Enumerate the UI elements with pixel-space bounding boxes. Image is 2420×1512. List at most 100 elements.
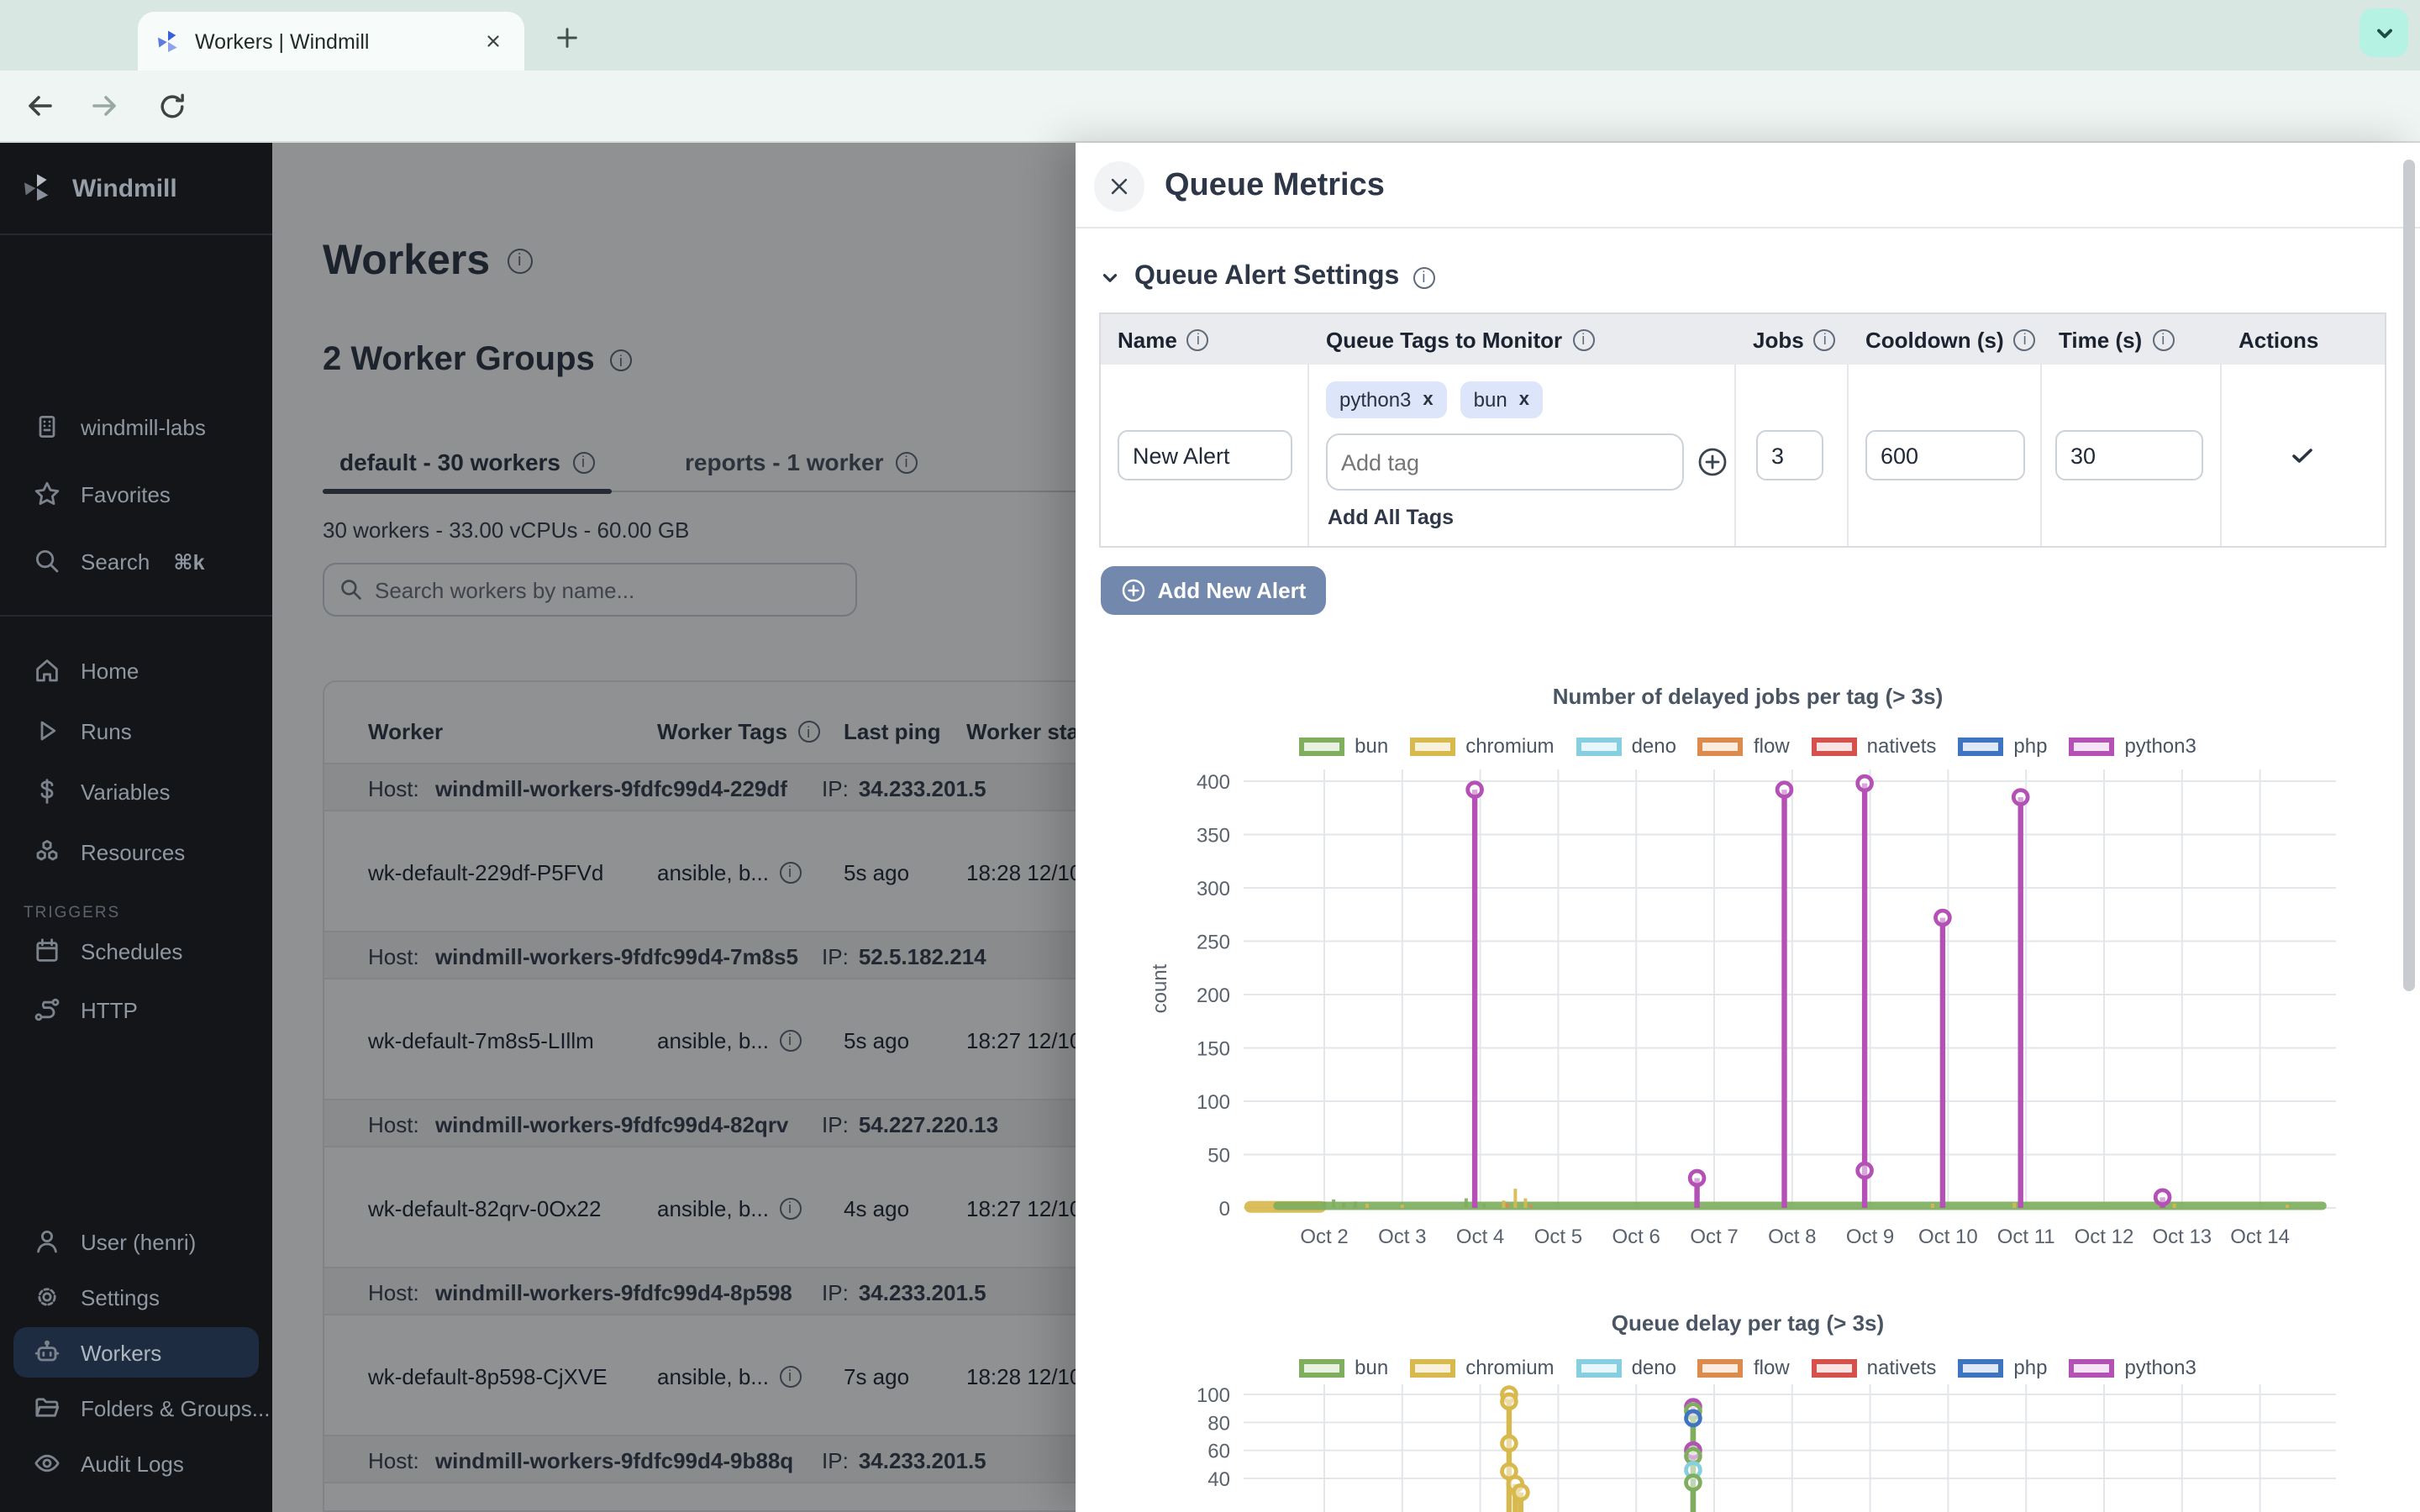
remove-tag-icon[interactable]: x bbox=[1423, 390, 1433, 410]
svg-text:100: 100 bbox=[1197, 1384, 1230, 1407]
legend-item-php[interactable]: php bbox=[1958, 1356, 2047, 1379]
alert-name-input[interactable] bbox=[1118, 430, 1292, 480]
info-icon[interactable] bbox=[1187, 328, 1209, 350]
queue-alert-settings-section[interactable]: Queue Alert Settings bbox=[1099, 262, 1434, 292]
legend-item-chromium[interactable]: chromium bbox=[1410, 734, 1554, 758]
sidebar-item-label: Search bbox=[81, 549, 150, 574]
svg-text:Oct 8: Oct 8 bbox=[1768, 1226, 1816, 1248]
svg-text:count: count bbox=[1149, 963, 1171, 1013]
legend-item-nativets[interactable]: nativets bbox=[1812, 1356, 1937, 1379]
alert-table-header: NameQueue Tags to MonitorJobsCooldown (s… bbox=[1101, 314, 2385, 365]
sidebar-item-folders[interactable]: Folders & Groups... bbox=[13, 1383, 259, 1433]
browser-tab[interactable]: Workers | Windmill bbox=[138, 12, 524, 71]
add-new-alert-button[interactable]: Add New Alert bbox=[1101, 566, 1326, 615]
svg-text:100: 100 bbox=[1197, 1091, 1230, 1114]
legend-item-php[interactable]: php bbox=[1958, 734, 2047, 758]
svg-text:Oct 12: Oct 12 bbox=[2075, 1226, 2134, 1248]
legend-swatch bbox=[1410, 737, 1455, 755]
alert-jobs-cell bbox=[1736, 365, 1849, 546]
sidebar: Windmill windmill-labsFavoritesSearch⌘k … bbox=[0, 143, 272, 1512]
legend-swatch bbox=[1812, 737, 1857, 755]
sidebar-item-home[interactable]: Home bbox=[13, 645, 259, 696]
sidebar-item-workers[interactable]: Workers bbox=[13, 1327, 259, 1378]
sidebar-item-windmill-labs[interactable]: windmill-labs bbox=[13, 402, 259, 452]
legend-item-bun[interactable]: bun bbox=[1299, 734, 1388, 758]
info-icon[interactable] bbox=[1572, 328, 1594, 350]
windmill-favicon bbox=[155, 28, 182, 55]
jobs-input[interactable] bbox=[1756, 430, 1823, 480]
legend-item-python3[interactable]: python3 bbox=[2069, 1356, 2196, 1379]
legend-item-chromium[interactable]: chromium bbox=[1410, 1356, 1554, 1379]
svg-text:400: 400 bbox=[1197, 771, 1230, 794]
alert-name-cell bbox=[1101, 365, 1309, 546]
sidebar-item-label: User (henri) bbox=[81, 1229, 196, 1254]
legend-item-flow[interactable]: flow bbox=[1698, 1356, 1790, 1379]
svg-text:Oct 11: Oct 11 bbox=[1997, 1226, 2055, 1248]
tab-title: Workers | Windmill bbox=[195, 29, 477, 53]
new-tab-button[interactable] bbox=[548, 18, 585, 55]
legend-swatch bbox=[1698, 1358, 1744, 1377]
legend-swatch bbox=[1410, 1358, 1455, 1377]
sidebar-item-label: Folders & Groups... bbox=[81, 1395, 270, 1420]
forward-button[interactable] bbox=[84, 86, 124, 126]
sidebar-item-runs[interactable]: Runs bbox=[13, 706, 259, 756]
confirm-check-icon[interactable] bbox=[2289, 442, 2316, 469]
drawer-close-button[interactable] bbox=[1094, 161, 1144, 212]
screen: Workers | Windmill app.windmill.dev/work… bbox=[0, 0, 2420, 1512]
alert-column-header: Name bbox=[1101, 314, 1309, 365]
reload-button[interactable] bbox=[151, 86, 192, 126]
back-button[interactable] bbox=[20, 86, 60, 126]
info-icon[interactable] bbox=[2014, 328, 2036, 350]
info-icon[interactable] bbox=[2152, 328, 2174, 350]
info-icon[interactable] bbox=[1814, 328, 1836, 350]
brand[interactable]: Windmill bbox=[0, 163, 177, 213]
chevron-down-icon bbox=[1099, 266, 1121, 288]
window-chevron-down-icon[interactable] bbox=[2360, 8, 2408, 57]
time-input[interactable] bbox=[2055, 430, 2203, 480]
sidebar-item-http[interactable]: HTTP bbox=[13, 984, 259, 1035]
add-all-tags-link[interactable]: Add All Tags bbox=[1328, 506, 1454, 529]
sidebar-item-search[interactable]: Search⌘k bbox=[13, 536, 259, 586]
legend-item-deno[interactable]: deno bbox=[1576, 1356, 1676, 1379]
legend-swatch bbox=[2069, 737, 2114, 755]
dollar-icon bbox=[34, 778, 60, 805]
building-icon bbox=[34, 413, 60, 440]
sidebar-item-resources[interactable]: Resources bbox=[13, 827, 259, 877]
cooldown-input[interactable] bbox=[1865, 430, 2025, 480]
alert-actions-cell bbox=[2222, 365, 2385, 546]
folder-icon bbox=[34, 1394, 60, 1421]
sidebar-item-schedules[interactable]: Schedules bbox=[13, 926, 259, 976]
legend-item-bun[interactable]: bun bbox=[1299, 1356, 1388, 1379]
queue-metrics-drawer: Queue Metrics Queue Alert Settings NameQ… bbox=[1076, 143, 2420, 1512]
svg-text:300: 300 bbox=[1197, 878, 1230, 900]
drawer-scrollbar[interactable] bbox=[2403, 160, 2415, 991]
add-tag-input[interactable] bbox=[1326, 433, 1684, 491]
legend-item-flow[interactable]: flow bbox=[1698, 734, 1790, 758]
brand-label: Windmill bbox=[72, 174, 177, 202]
remove-tag-icon[interactable]: x bbox=[1519, 390, 1529, 410]
tab-close-icon[interactable] bbox=[477, 26, 508, 56]
sidebar-item-label: Resources bbox=[81, 839, 185, 864]
sidebar-item-variables[interactable]: Variables bbox=[13, 766, 259, 816]
svg-text:Oct 10: Oct 10 bbox=[1918, 1226, 1978, 1248]
alert-table-row: python3xbunx Add All Tags bbox=[1101, 365, 2385, 546]
sidebar-item-label: Variables bbox=[81, 779, 170, 804]
queue-delay-chart: 100806040 bbox=[1086, 1378, 2370, 1512]
sidebar-item-settings[interactable]: Settings bbox=[13, 1272, 259, 1322]
sidebar-item-favorites[interactable]: Favorites bbox=[13, 469, 259, 519]
svg-text:80: 80 bbox=[1207, 1412, 1230, 1435]
legend-swatch bbox=[1958, 737, 2003, 755]
legend-item-python3[interactable]: python3 bbox=[2069, 734, 2196, 758]
section-title: Queue Alert Settings bbox=[1134, 262, 1399, 292]
drawer-backdrop[interactable] bbox=[272, 143, 1076, 1512]
legend-item-deno[interactable]: deno bbox=[1576, 734, 1676, 758]
add-tag-plus-icon[interactable] bbox=[1697, 447, 1728, 477]
info-icon[interactable] bbox=[1413, 266, 1434, 288]
home-icon bbox=[34, 657, 60, 684]
sidebar-item-audit[interactable]: Audit Logs bbox=[13, 1438, 259, 1488]
svg-text:60: 60 bbox=[1207, 1441, 1230, 1463]
drawer-title: Queue Metrics bbox=[1165, 168, 1385, 205]
legend-item-nativets[interactable]: nativets bbox=[1812, 734, 1937, 758]
sidebar-item-user[interactable]: User (henri) bbox=[13, 1216, 259, 1267]
sidebar-item-label: Workers bbox=[81, 1340, 161, 1365]
